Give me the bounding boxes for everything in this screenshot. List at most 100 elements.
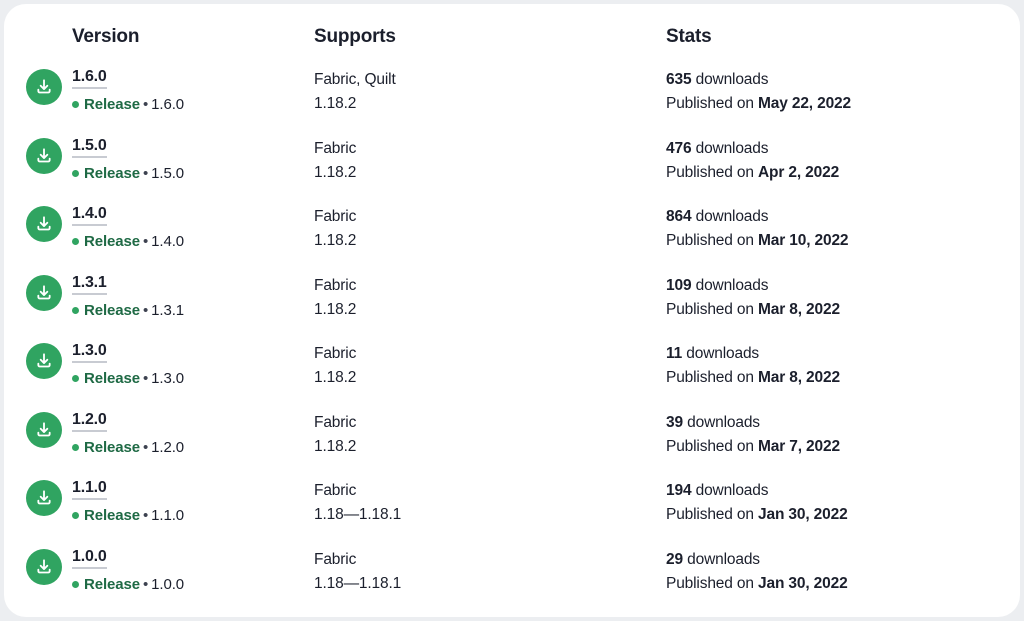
version-meta: 1.3.0 Release • 1.3.0 [62,340,184,388]
published-line: Published on Jan 30, 2022 [666,572,1020,596]
published-date: Mar 8, 2022 [758,369,840,386]
channel-separator: • [143,575,149,593]
column-header-stats: Stats [666,26,712,47]
downloads-count: 635 [666,71,692,88]
stats-cell: 864 downloads Published on Mar 10, 2022 [666,203,1020,253]
version-channel: Release • 1.1.0 [72,507,184,525]
channel-version-label: 1.6.0 [151,96,185,113]
download-button[interactable] [26,137,62,174]
download-icon [34,351,54,371]
supported-game-versions: 1.18.2 [314,163,357,181]
supported-loaders: Fabric, Quilt [314,71,396,88]
release-channel-label: Release [84,438,141,456]
version-channel: Release • 1.2.0 [72,439,184,457]
supports-cell: Fabric 1.18.2 [314,135,666,185]
download-button[interactable] [26,480,62,516]
column-header-version: Version [72,26,140,47]
table-row[interactable]: 1.4.0 Release • 1.4.0 Fabric 1.18.2 864 do… [4,203,1020,272]
version-cell: 1.5.0 Release • 1.5.0 [4,135,314,183]
column-header-supports: Supports [314,26,396,47]
supported-game-versions: 1.18.2 [314,232,357,249]
version-channel: Release • 1.3.1 [72,302,184,320]
version-meta: 1.4.0 Release • 1.4.0 [62,203,184,251]
versions-card: Version Supports Stats 1.6.0 Release • 1… [4,4,1020,617]
column-header-stats-cell: Stats [666,26,1020,48]
version-cell: 1.1.0 Release • 1.1.0 [4,477,314,525]
release-channel-label: Release [84,507,141,524]
version-cell: 1.6.0 Release • 1.6.0 [4,66,314,114]
release-status-dot [72,375,79,382]
table-row[interactable]: 1.3.1 Release • 1.3.1 Fabric 1.18.2 109 do… [4,272,1020,341]
published-date: Mar 8, 2022 [758,300,840,318]
table-row[interactable]: 1.1.0 Release • 1.1.0 Fabric 1.18—1.18.1 1… [4,477,1020,546]
download-icon [34,146,54,166]
release-status-dot [72,512,79,519]
version-link[interactable]: 1.0.0 [72,547,107,569]
supported-loaders: Fabric [314,208,357,225]
published-prefix: Published on [666,437,754,455]
version-cell: 1.2.0 Release • 1.2.0 [4,409,314,457]
channel-version-label: 1.0.0 [151,575,185,593]
channel-version-label: 1.4.0 [151,233,185,250]
channel-separator: • [143,370,149,387]
version-link[interactable]: 1.5.0 [72,136,107,158]
table-row[interactable]: 1.0.0 Release • 1.0.0 Fabric 1.18—1.18.1 2… [4,546,1020,615]
channel-separator: • [143,96,149,113]
downloads-count: 194 [666,482,692,499]
version-link[interactable]: 1.4.0 [72,204,107,226]
published-date: Mar 10, 2022 [758,232,849,249]
channel-separator: • [143,233,149,250]
stats-cell: 39 downloads Published on Mar 7, 2022 [666,409,1020,459]
published-date: Mar 7, 2022 [758,437,840,455]
table-row[interactable]: 1.3.0 Release • 1.3.0 Fabric 1.18.2 11 dow… [4,340,1020,409]
table-row[interactable]: 1.2.0 Release • 1.2.0 Fabric 1.18.2 39 dow… [4,409,1020,478]
supported-game-versions: 1.18.2 [314,437,357,455]
table-row[interactable]: 1.5.0 Release • 1.5.0 Fabric 1.18.2 476 do… [4,135,1020,204]
download-button[interactable] [26,548,62,585]
download-icon [34,77,54,97]
version-link[interactable]: 1.2.0 [72,410,107,432]
download-button[interactable] [26,411,62,448]
version-channel: Release • 1.6.0 [72,96,184,114]
version-meta: 1.3.1 Release • 1.3.1 [62,272,184,320]
downloads-label: downloads [686,345,760,362]
stats-cell: 194 downloads Published on Jan 30, 2022 [666,477,1020,527]
downloads-count: 39 [666,413,683,431]
channel-version-label: 1.1.0 [151,507,185,524]
download-button[interactable] [26,274,62,311]
download-button[interactable] [26,343,62,379]
supported-loaders: Fabric [314,345,357,362]
stats-cell: 11 downloads Published on Mar 8, 2022 [666,340,1020,390]
version-link[interactable]: 1.3.0 [72,341,107,363]
download-icon [34,214,54,234]
supports-cell: Fabric 1.18.2 [314,272,666,322]
downloads-label: downloads [687,413,760,431]
published-date: Apr 2, 2022 [758,163,840,181]
downloads-line: 39 downloads [666,411,1020,435]
version-link[interactable]: 1.1.0 [72,478,107,500]
supported-game-versions: 1.18.2 [314,95,357,112]
downloads-label: downloads [695,482,769,499]
supports-cell: Fabric, Quilt 1.18.2 [314,66,666,116]
column-header-version-cell: Version [4,26,314,48]
version-cell: 1.3.0 Release • 1.3.0 [4,340,314,388]
version-link[interactable]: 1.3.1 [72,273,107,295]
download-button[interactable] [26,69,62,105]
version-link[interactable]: 1.6.0 [72,67,107,89]
published-line: Published on Jan 30, 2022 [666,503,1020,527]
download-button[interactable] [26,206,62,242]
supports-cell: Fabric 1.18—1.18.1 [314,546,666,596]
version-channel: Release • 1.4.0 [72,233,184,251]
release-channel-label: Release [84,164,141,182]
published-line: Published on Apr 2, 2022 [666,161,1020,185]
published-date: May 22, 2022 [758,95,851,112]
stats-cell: 109 downloads Published on Mar 8, 2022 [666,272,1020,322]
channel-version-label: 1.3.1 [151,301,185,319]
supported-loaders: Fabric [314,482,357,499]
versions-table: Version Supports Stats 1.6.0 Release • 1… [4,4,1020,614]
downloads-count: 109 [666,276,692,294]
release-channel-label: Release [84,96,141,113]
downloads-label: downloads [687,550,760,568]
published-prefix: Published on [666,369,754,386]
table-row[interactable]: 1.6.0 Release • 1.6.0 Fabric, Quilt 1.18.2… [4,66,1020,135]
